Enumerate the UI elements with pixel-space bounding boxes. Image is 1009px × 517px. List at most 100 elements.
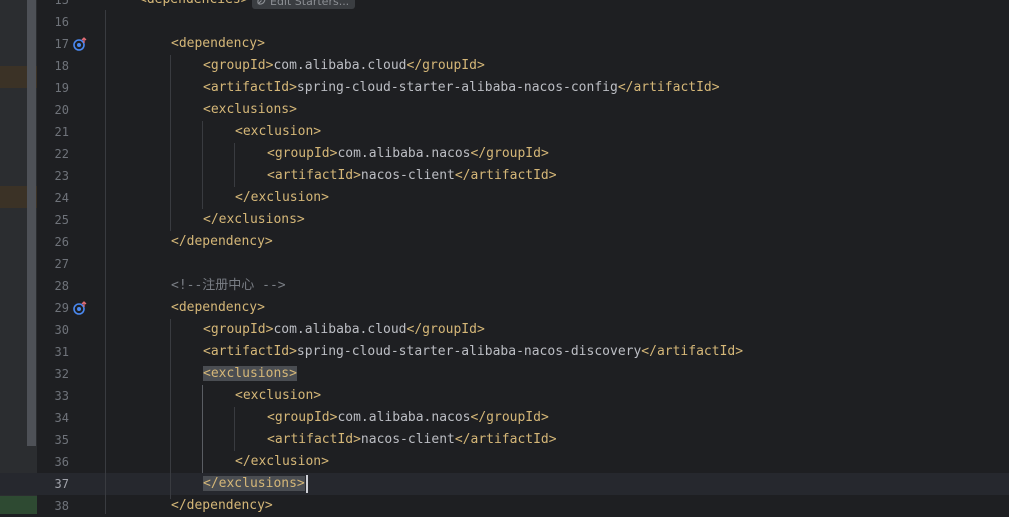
code-line[interactable]: 15 <dependencies> — [0, 0, 1009, 11]
line-number[interactable]: 32 — [37, 363, 69, 385]
code-line[interactable]: 36 </exclusion> — [0, 451, 1009, 473]
indent-guide — [105, 10, 106, 514]
code-line[interactable]: 16 — [0, 11, 1009, 33]
code-text: <exclusion> — [235, 385, 321, 407]
code-text: <dependencies> — [139, 0, 249, 11]
xml-comment: <!--注册中心 --> — [171, 278, 286, 293]
code-text: <exclusion> — [235, 121, 321, 143]
xml-tag: <dependencies> — [139, 0, 249, 7]
code-text: <!--注册中心 --> — [171, 275, 286, 297]
xml-tag: <dependency> — [171, 300, 265, 315]
line-number[interactable]: 20 — [37, 99, 69, 121]
line-number[interactable]: 26 — [37, 231, 69, 253]
line-number[interactable]: 36 — [37, 451, 69, 473]
line-number[interactable]: 19 — [37, 77, 69, 99]
line-number[interactable]: 30 — [37, 319, 69, 341]
code-text: <groupId>com.alibaba.nacos</groupId> — [267, 143, 549, 165]
code-text: <exclusions> — [203, 99, 297, 121]
code-text: </dependency> — [171, 231, 273, 253]
code-text: <artifactId>nacos-client</artifactId> — [267, 429, 557, 451]
code-line[interactable]: 17 <dependency> — [0, 33, 1009, 55]
line-number[interactable]: 21 — [37, 121, 69, 143]
xml-tag: <dependency> — [171, 36, 265, 51]
line-number[interactable]: 22 — [37, 143, 69, 165]
line-number[interactable]: 27 — [37, 253, 69, 275]
code-text: <groupId>com.alibaba.nacos</groupId> — [267, 407, 549, 429]
xml-tag: <exclusion> — [235, 124, 322, 139]
line-number[interactable]: 33 — [37, 385, 69, 407]
code-line[interactable]: 32 <exclusions> — [0, 363, 1009, 385]
line-number[interactable]: 16 — [37, 11, 69, 33]
xml-tag: </exclusions> — [203, 212, 305, 227]
line-number[interactable]: 31 — [37, 341, 69, 363]
code-line[interactable]: 19 <artifactId>spring-cloud-starter-aliba… — [0, 77, 1009, 99]
xml-tag: <artifactId> — [267, 432, 361, 447]
code-text: </exclusions> — [203, 209, 305, 231]
line-number[interactable]: 28 — [37, 275, 69, 297]
code-line[interactable]: 33 <exclusion> — [0, 385, 1009, 407]
line-number[interactable]: 24 — [37, 187, 69, 209]
code-line[interactable]: 29 <dependency> — [0, 297, 1009, 319]
line-number[interactable]: 18 — [37, 55, 69, 77]
line-number[interactable]: 25 — [37, 209, 69, 231]
code-line[interactable]: 22 <groupId>com.alibaba.nacos</groupId> — [0, 143, 1009, 165]
xml-tag: <exclusion> — [235, 388, 322, 403]
code-text: <artifactId>spring-cloud-starter-alibaba… — [203, 77, 720, 99]
code-line[interactable]: 37 </exclusions> — [0, 473, 1009, 495]
code-text: <groupId>com.alibaba.cloud</groupId> — [203, 319, 485, 341]
inlay-label: Edit Starters... — [270, 0, 350, 8]
xml-value: com.alibaba.cloud — [273, 322, 407, 337]
line-number[interactable]: 37 — [37, 473, 69, 495]
xml-tag: </groupId> — [406, 322, 485, 337]
line-number[interactable]: 17 — [37, 33, 69, 55]
code-text: <exclusions> — [203, 363, 297, 385]
code-line[interactable]: 26 </dependency> — [0, 231, 1009, 253]
code-text: <groupId>com.alibaba.cloud</groupId> — [203, 55, 485, 77]
code-line[interactable]: 31 <artifactId>spring-cloud-starter-aliba… — [0, 341, 1009, 363]
line-number[interactable]: 23 — [37, 165, 69, 187]
xml-tag: </artifactId> — [454, 168, 557, 183]
indent-guide — [202, 121, 203, 209]
xml-value: com.alibaba.nacos — [337, 410, 471, 425]
xml-tag: </dependency> — [171, 234, 273, 249]
code-line[interactable]: 30 <groupId>com.alibaba.cloud</groupId> — [0, 319, 1009, 341]
xml-tag: </exclusion> — [235, 190, 329, 205]
code-text: <dependency> — [171, 33, 265, 55]
xml-tag: </artifactId> — [454, 432, 557, 447]
code-text: <dependency> — [171, 297, 265, 319]
xml-tag: </dependency> — [171, 498, 273, 513]
code-text: </exclusion> — [235, 451, 329, 473]
code-line[interactable]: 24 </exclusion> — [0, 187, 1009, 209]
code-line[interactable]: 28 <!--注册中心 --> — [0, 275, 1009, 297]
maven-dependency-icon[interactable] — [73, 301, 87, 315]
xml-value: com.alibaba.cloud — [273, 58, 407, 73]
xml-tag: </artifactId> — [641, 344, 744, 359]
indent-guide — [170, 319, 171, 499]
xml-tag: <exclusions> — [203, 102, 297, 117]
code-line[interactable]: 27 — [0, 253, 1009, 275]
code-line[interactable]: 20 <exclusions> — [0, 99, 1009, 121]
xml-tag: <artifactId> — [203, 80, 297, 95]
starters-icon — [257, 0, 266, 5]
code-line[interactable]: 35 <artifactId>nacos-client</artifactId> — [0, 429, 1009, 451]
edit-starters-inlay[interactable]: Edit Starters... — [252, 0, 356, 9]
code-line[interactable]: 34 <groupId>com.alibaba.nacos</groupId> — [0, 407, 1009, 429]
xml-tag: </groupId> — [470, 146, 549, 161]
line-number[interactable]: 29 — [37, 297, 69, 319]
code-line[interactable]: 18 <groupId>com.alibaba.cloud</groupId> — [0, 55, 1009, 77]
xml-value: com.alibaba.nacos — [337, 146, 471, 161]
line-number[interactable]: 35 — [37, 429, 69, 451]
code-line[interactable]: 25 </exclusions> — [0, 209, 1009, 231]
xml-value: nacos-client — [360, 432, 455, 447]
code-line[interactable]: 23 <artifactId>nacos-client</artifactId> — [0, 165, 1009, 187]
code-line[interactable]: 21 <exclusion> — [0, 121, 1009, 143]
xml-tag: <artifactId> — [203, 344, 297, 359]
xml-tag: </groupId> — [406, 58, 485, 73]
indent-guide — [234, 407, 235, 451]
maven-dependency-icon[interactable] — [73, 37, 87, 51]
indent-guide — [170, 55, 171, 231]
xml-tag: <artifactId> — [267, 168, 361, 183]
line-number[interactable]: 34 — [37, 407, 69, 429]
xml-value: nacos-client — [360, 168, 455, 183]
line-number[interactable]: 15 — [37, 0, 69, 11]
